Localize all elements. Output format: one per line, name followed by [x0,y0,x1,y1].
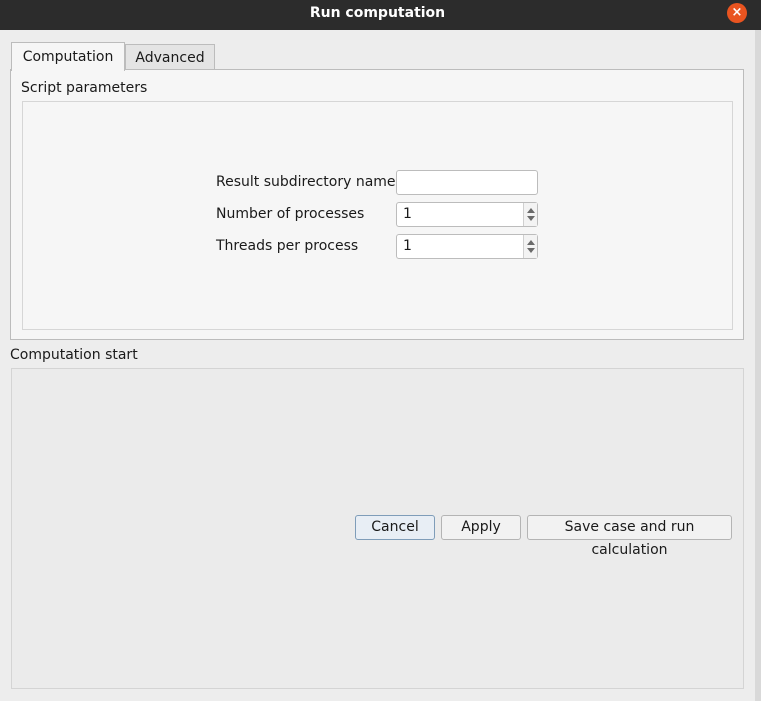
script-parameters-label: Script parameters [21,80,148,96]
num-processes-spinbox[interactable]: 1 [396,202,538,227]
threads-per-process-stepper[interactable] [523,235,537,258]
window-title: Run computation [309,5,446,21]
result-subdir-label: Result subdirectory name [216,174,396,190]
apply-button[interactable]: Apply [441,515,521,540]
close-icon[interactable]: × [727,3,747,23]
threads-per-process-spinbox[interactable]: 1 [396,234,538,259]
spin-up-icon[interactable] [527,208,535,213]
tab-computation[interactable]: Computation [11,42,125,71]
result-subdir-input[interactable] [396,170,538,195]
save-and-run-button[interactable]: Save case and run calculation [527,515,732,558]
spin-down-icon[interactable] [527,248,535,253]
cancel-button[interactable]: Cancel [355,515,435,540]
tab-advanced[interactable]: Advanced [125,44,215,70]
computation-start-label: Computation start [10,347,138,363]
window-edge [755,30,761,701]
script-parameters-group [22,101,733,330]
spin-up-icon[interactable] [527,240,535,245]
spin-down-icon[interactable] [527,216,535,221]
num-processes-label: Number of processes [216,206,365,222]
threads-per-process-label: Threads per process [216,238,359,254]
num-processes-stepper[interactable] [523,203,537,226]
